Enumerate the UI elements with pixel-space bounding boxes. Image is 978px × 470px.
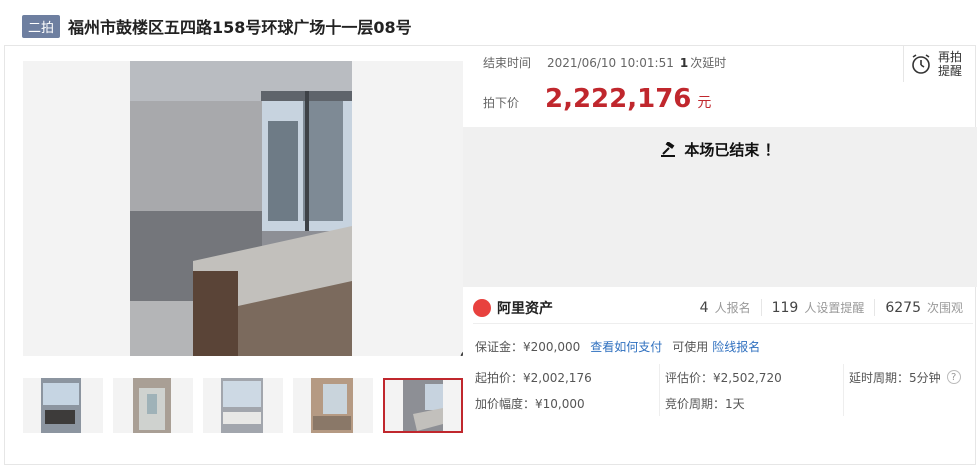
- delay-text: 次延时: [690, 56, 727, 70]
- office-photo-4: [293, 378, 373, 433]
- remind-label-line1: 再拍: [938, 50, 963, 64]
- auction-header: 二拍 福州市鼓楼区五四路158号环球广场十一层08号: [22, 10, 412, 42]
- final-price: 2,222,176: [545, 84, 692, 114]
- stat-reminders: 119 人设置提醒: [760, 299, 875, 316]
- final-price-label: 拍下价: [483, 96, 520, 110]
- alarm-clock-icon: [912, 54, 930, 74]
- thumbnail-2[interactable]: [113, 378, 193, 433]
- stat-label: 人设置提醒: [804, 301, 865, 315]
- stats: 4 人报名 119 人设置提醒 6275 次围观: [690, 299, 973, 316]
- round-badge: 二拍: [22, 14, 61, 38]
- bid-period: 竞价周期：1天: [665, 396, 745, 411]
- stat-label: 次围观: [926, 301, 963, 315]
- stat-number: 6275: [885, 300, 921, 316]
- office-room-photo: [23, 61, 463, 356]
- ali-assets-logo-icon: [473, 298, 491, 317]
- end-time-row: 结束时间 2021/06/10 10:01:51 1 次延时: [483, 54, 726, 71]
- thumbnail-4[interactable]: [293, 378, 373, 433]
- stat-views: 6275 次围观: [874, 299, 973, 316]
- page-title: 福州市鼓楼区五四路158号环球广场十一层08号: [68, 18, 412, 37]
- thumbnail-5-selected[interactable]: [383, 378, 463, 433]
- remind-label-line2: 提醒: [938, 64, 963, 78]
- price-unit: 元: [697, 95, 712, 111]
- brand-stats-row: 阿里资产 4 人报名 119 人设置提醒 6275 次围观: [473, 292, 973, 324]
- thumbnail-1[interactable]: [23, 378, 103, 433]
- remind-button[interactable]: 再拍 提醒: [903, 46, 977, 82]
- divider: [659, 364, 660, 416]
- auction-details: 起拍价：¥2,002,176 评估价：¥2,502,720 延时周期：5分钟 ?…: [475, 364, 967, 416]
- appraisal-price: 评估价：¥2,502,720: [665, 370, 782, 385]
- main-photo[interactable]: [23, 61, 463, 356]
- brand[interactable]: 阿里资产: [473, 298, 553, 318]
- delay-period: 延时周期：5分钟: [849, 370, 941, 385]
- increment: 加价幅度：¥10,000: [475, 396, 585, 411]
- end-time-label: 结束时间: [483, 56, 532, 70]
- insurance-signup-link[interactable]: 险线报名: [712, 338, 760, 355]
- gavel-icon: [661, 141, 676, 157]
- help-icon[interactable]: ?: [946, 370, 961, 384]
- stat-number: 4: [699, 300, 709, 316]
- ended-text: 本场已结束 ！: [684, 141, 780, 159]
- stat-number: 119: [771, 300, 799, 316]
- start-price: 起拍价：¥2,002,176: [475, 370, 592, 385]
- thumbnail-3[interactable]: [203, 378, 283, 433]
- delay-count: 1: [679, 55, 689, 70]
- final-price-row: 拍下价 2,222,176 元: [483, 84, 711, 114]
- brand-name: 阿里资产: [497, 300, 553, 317]
- office-photo-3: [203, 378, 283, 433]
- thumbnail-strip: [23, 378, 463, 433]
- stat-label: 人报名: [714, 301, 751, 315]
- deposit-label: 保证金：¥200,000: [475, 340, 581, 354]
- usable-text: 可使用: [672, 340, 709, 354]
- end-time-value: 2021/06/10 10:01:51: [547, 55, 674, 70]
- auction-card: 结束时间 2021/06/10 10:01:51 1 次延时 再拍 提醒 拍下价…: [4, 45, 977, 466]
- deposit-row: 保证金：¥200,000 查看如何支付 可使用 险线报名: [475, 338, 760, 355]
- office-photo-2: [113, 378, 193, 433]
- ended-panel: 本场已结束 ！: [463, 127, 977, 287]
- divider: [843, 364, 844, 416]
- ended-status: 本场已结束 ！: [463, 139, 977, 160]
- office-photo-1: [23, 378, 103, 433]
- auction-info-panel: 结束时间 2021/06/10 10:01:51 1 次延时 再拍 提醒 拍下价…: [463, 46, 977, 466]
- delay-period-cell: 延时周期：5分钟 ?: [849, 364, 961, 390]
- office-photo-5: [385, 380, 461, 431]
- stat-registered: 4 人报名: [690, 299, 761, 316]
- how-to-pay-link[interactable]: 查看如何支付: [590, 338, 662, 355]
